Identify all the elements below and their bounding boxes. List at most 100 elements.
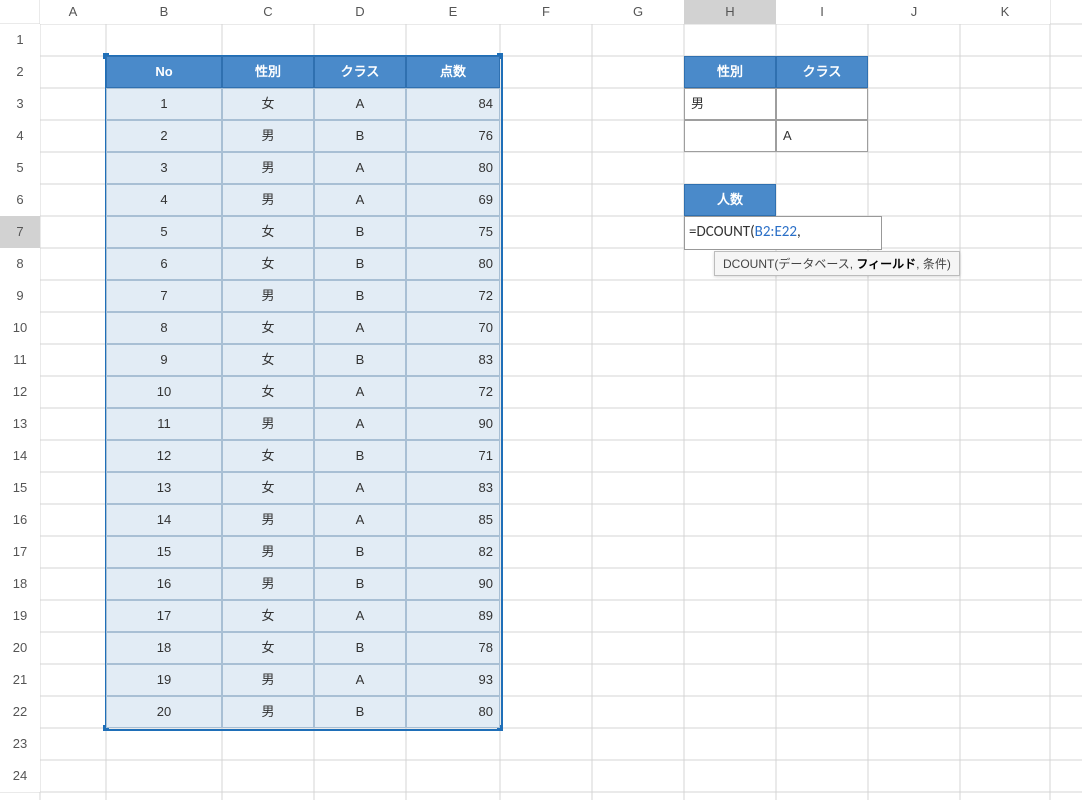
column-header-B[interactable]: B bbox=[106, 0, 222, 24]
table-cell[interactable]: 女 bbox=[222, 600, 314, 632]
table-cell[interactable]: 85 bbox=[406, 504, 500, 536]
row-header-19[interactable]: 19 bbox=[0, 600, 40, 632]
table-cell[interactable]: B bbox=[314, 632, 406, 664]
table-cell[interactable]: 80 bbox=[406, 152, 500, 184]
table-cell[interactable]: B bbox=[314, 568, 406, 600]
table-cell[interactable]: 71 bbox=[406, 440, 500, 472]
row-header-11[interactable]: 11 bbox=[0, 344, 40, 376]
criteria-cell[interactable]: A bbox=[776, 120, 868, 152]
cell-H7[interactable]: =DCOUNT(B2:E22, bbox=[684, 216, 882, 250]
row-header-16[interactable]: 16 bbox=[0, 504, 40, 536]
table-cell[interactable]: A bbox=[314, 152, 406, 184]
table-cell[interactable]: 83 bbox=[406, 472, 500, 504]
column-header-F[interactable]: F bbox=[500, 0, 592, 24]
table-cell[interactable]: 80 bbox=[406, 248, 500, 280]
row-header-22[interactable]: 22 bbox=[0, 696, 40, 728]
criteria-cell[interactable]: 男 bbox=[684, 88, 776, 120]
column-header-C[interactable]: C bbox=[222, 0, 314, 24]
table-cell[interactable]: 男 bbox=[222, 120, 314, 152]
table-cell[interactable]: 69 bbox=[406, 184, 500, 216]
table-cell[interactable]: 男 bbox=[222, 280, 314, 312]
table-cell[interactable]: A bbox=[314, 504, 406, 536]
table-cell[interactable]: 17 bbox=[106, 600, 222, 632]
table-cell[interactable]: 1 bbox=[106, 88, 222, 120]
table-cell[interactable]: 女 bbox=[222, 312, 314, 344]
table-cell[interactable]: 女 bbox=[222, 248, 314, 280]
count-header[interactable]: 人数 bbox=[684, 184, 776, 216]
table-cell[interactable]: A bbox=[314, 408, 406, 440]
table-cell[interactable]: A bbox=[314, 472, 406, 504]
table-cell[interactable]: 15 bbox=[106, 536, 222, 568]
table-cell[interactable]: 男 bbox=[222, 184, 314, 216]
table-cell[interactable]: 男 bbox=[222, 408, 314, 440]
criteria-cell[interactable] bbox=[776, 88, 868, 120]
row-header-13[interactable]: 13 bbox=[0, 408, 40, 440]
row-header-5[interactable]: 5 bbox=[0, 152, 40, 184]
table-cell[interactable]: B bbox=[314, 120, 406, 152]
table-cell[interactable]: 3 bbox=[106, 152, 222, 184]
row-header-10[interactable]: 10 bbox=[0, 312, 40, 344]
column-header-E[interactable]: E bbox=[406, 0, 500, 24]
table-cell[interactable]: 女 bbox=[222, 376, 314, 408]
table-cell[interactable]: B bbox=[314, 248, 406, 280]
row-header-24[interactable]: 24 bbox=[0, 760, 40, 792]
row-header-14[interactable]: 14 bbox=[0, 440, 40, 472]
table-cell[interactable]: 70 bbox=[406, 312, 500, 344]
spreadsheet[interactable]: =DCOUNT(B2:E22, DCOUNT(データベース, フィールド, 条件… bbox=[0, 0, 1082, 800]
row-header-2[interactable]: 2 bbox=[0, 56, 40, 88]
table-cell[interactable]: 12 bbox=[106, 440, 222, 472]
column-header-A[interactable]: A bbox=[40, 0, 106, 24]
column-header-D[interactable]: D bbox=[314, 0, 406, 24]
row-header-12[interactable]: 12 bbox=[0, 376, 40, 408]
table-cell[interactable]: 89 bbox=[406, 600, 500, 632]
table-cell[interactable]: 女 bbox=[222, 440, 314, 472]
table-cell[interactable]: 4 bbox=[106, 184, 222, 216]
table-header[interactable]: クラス bbox=[314, 56, 406, 88]
row-header-6[interactable]: 6 bbox=[0, 184, 40, 216]
table-cell[interactable]: 80 bbox=[406, 696, 500, 728]
table-cell[interactable]: 女 bbox=[222, 472, 314, 504]
table-cell[interactable]: 90 bbox=[406, 568, 500, 600]
table-cell[interactable]: 19 bbox=[106, 664, 222, 696]
table-cell[interactable]: B bbox=[314, 440, 406, 472]
table-cell[interactable]: A bbox=[314, 664, 406, 696]
row-header-4[interactable]: 4 bbox=[0, 120, 40, 152]
table-cell[interactable]: B bbox=[314, 280, 406, 312]
row-header-3[interactable]: 3 bbox=[0, 88, 40, 120]
table-cell[interactable]: 男 bbox=[222, 568, 314, 600]
table-cell[interactable]: 18 bbox=[106, 632, 222, 664]
table-cell[interactable]: 男 bbox=[222, 152, 314, 184]
column-header-H[interactable]: H bbox=[684, 0, 776, 24]
table-cell[interactable]: 90 bbox=[406, 408, 500, 440]
table-cell[interactable]: 9 bbox=[106, 344, 222, 376]
table-cell[interactable]: 女 bbox=[222, 344, 314, 376]
table-cell[interactable]: 75 bbox=[406, 216, 500, 248]
table-cell[interactable]: 72 bbox=[406, 280, 500, 312]
table-cell[interactable]: 11 bbox=[106, 408, 222, 440]
row-header-21[interactable]: 21 bbox=[0, 664, 40, 696]
table-cell[interactable]: 男 bbox=[222, 664, 314, 696]
table-cell[interactable]: 13 bbox=[106, 472, 222, 504]
table-cell[interactable]: B bbox=[314, 216, 406, 248]
table-cell[interactable]: 6 bbox=[106, 248, 222, 280]
table-cell[interactable]: 男 bbox=[222, 504, 314, 536]
row-header-17[interactable]: 17 bbox=[0, 536, 40, 568]
column-header-J[interactable]: J bbox=[868, 0, 960, 24]
table-cell[interactable]: 82 bbox=[406, 536, 500, 568]
table-cell[interactable]: 女 bbox=[222, 216, 314, 248]
table-cell[interactable]: 72 bbox=[406, 376, 500, 408]
row-header-7[interactable]: 7 bbox=[0, 216, 40, 248]
table-cell[interactable]: 76 bbox=[406, 120, 500, 152]
table-cell[interactable]: B bbox=[314, 536, 406, 568]
table-cell[interactable]: 8 bbox=[106, 312, 222, 344]
row-header-23[interactable]: 23 bbox=[0, 728, 40, 760]
row-header-1[interactable]: 1 bbox=[0, 24, 40, 56]
row-header-18[interactable]: 18 bbox=[0, 568, 40, 600]
table-cell[interactable]: 83 bbox=[406, 344, 500, 376]
table-cell[interactable]: B bbox=[314, 344, 406, 376]
row-header-20[interactable]: 20 bbox=[0, 632, 40, 664]
table-cell[interactable]: B bbox=[314, 696, 406, 728]
column-header-K[interactable]: K bbox=[960, 0, 1050, 24]
table-cell[interactable]: 男 bbox=[222, 536, 314, 568]
table-cell[interactable]: 20 bbox=[106, 696, 222, 728]
